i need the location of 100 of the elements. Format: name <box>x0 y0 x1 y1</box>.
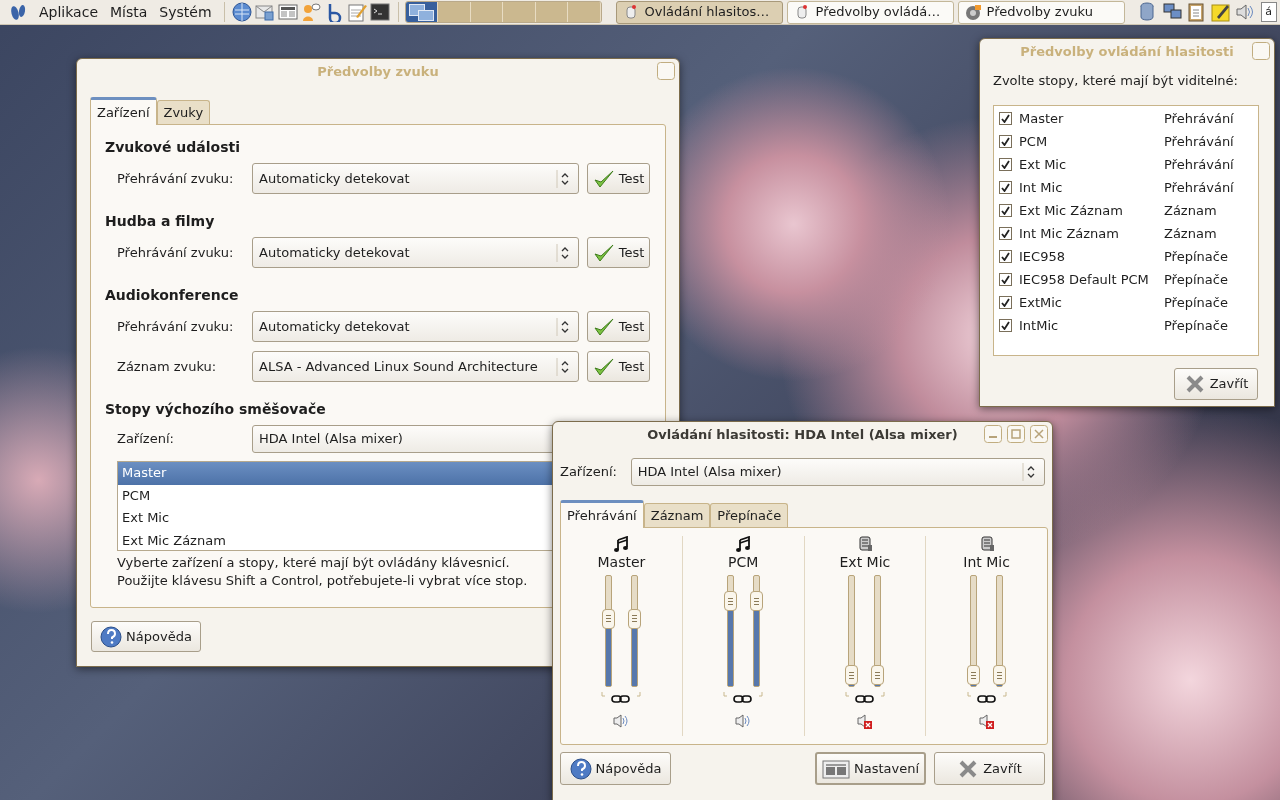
window-button-icon[interactable] <box>1252 42 1270 60</box>
test-button[interactable]: Test <box>587 163 650 194</box>
field-label: Záznam zvuku: <box>117 357 218 376</box>
mail-icon[interactable] <box>255 2 276 22</box>
dropdown[interactable]: Automaticky detekovat <box>252 237 579 268</box>
close-button[interactable]: Zavřít <box>934 752 1045 785</box>
dropdown[interactable]: Automaticky detekovat <box>252 163 579 194</box>
chain-link-icon[interactable] <box>966 691 1007 705</box>
checkbox[interactable] <box>999 319 1012 332</box>
slider-track[interactable] <box>726 575 734 687</box>
workspace-button[interactable] <box>405 2 439 22</box>
slider-thumb[interactable] <box>993 665 1007 685</box>
muted-speaker-icon[interactable] <box>856 713 873 730</box>
checkbox[interactable] <box>999 204 1012 217</box>
check-icon <box>1001 183 1010 192</box>
checkbox[interactable] <box>999 158 1012 171</box>
track-name: ExtMic <box>1019 293 1063 312</box>
window-button-icon[interactable] <box>657 62 675 80</box>
slider-thumb[interactable] <box>871 665 885 685</box>
taskbar-button[interactable]: Předvolby ovládá… <box>786 0 954 24</box>
muted-speaker-icon[interactable] <box>978 713 995 730</box>
close-button[interactable]: Zavřít <box>1174 368 1258 400</box>
checkbox[interactable] <box>999 273 1012 286</box>
tab[interactable]: Záznam <box>643 503 711 527</box>
slider-track[interactable] <box>630 575 638 687</box>
tab[interactable]: Zařízení <box>90 97 157 125</box>
checkbox[interactable] <box>999 250 1012 263</box>
slider-thumb[interactable] <box>723 591 737 612</box>
slider-track[interactable] <box>996 575 1004 687</box>
keyboard-layout-indicator[interactable]: á <box>1260 2 1277 22</box>
checkbox[interactable] <box>999 112 1012 125</box>
menu-item[interactable]: Místa <box>104 0 154 25</box>
chain-link-icon[interactable] <box>844 691 885 705</box>
window-settings-icon <box>821 757 850 780</box>
menu-item[interactable]: Aplikace <box>33 0 104 25</box>
slider-track[interactable] <box>848 575 856 687</box>
tab[interactable]: Zvuky <box>156 100 211 124</box>
slider-thumb[interactable] <box>601 608 615 629</box>
help-button[interactable]: Nápověda <box>560 752 671 785</box>
track-type: Přehrávání <box>1164 155 1234 174</box>
channel-name: Int Mic <box>963 554 1010 571</box>
speaker-icon[interactable] <box>735 713 752 730</box>
checkbox[interactable] <box>999 296 1012 309</box>
field-label: Přehrávání zvuku: <box>117 243 235 262</box>
newspaper-icon[interactable] <box>278 2 299 22</box>
taskbar-button[interactable]: Ovládání hlasitos… <box>615 0 783 24</box>
slider-track[interactable] <box>970 575 978 687</box>
test-button[interactable]: Test <box>587 311 650 342</box>
section-heading: Audiokonference <box>105 286 240 305</box>
slider-thumb[interactable] <box>627 608 641 629</box>
dropdown[interactable]: ALSA - Advanced Linux Sound Architecture <box>252 351 579 382</box>
tab[interactable]: Přepínače <box>710 503 789 527</box>
close-icon[interactable] <box>1030 425 1048 443</box>
prompt-label: Zvolte stopy, které mají být viditelné: <box>993 72 1239 90</box>
check-icon <box>1001 321 1010 330</box>
network-icon[interactable] <box>1162 2 1183 22</box>
microphone-icon <box>856 536 873 553</box>
note-icon[interactable] <box>1210 2 1231 22</box>
chain-link-icon[interactable] <box>723 691 764 705</box>
dropdown[interactable]: HDA Intel (Alsa mixer) <box>630 458 1045 486</box>
checkbox[interactable] <box>999 181 1012 194</box>
section-heading: Hudba a filmy <box>105 212 216 231</box>
taskbar-button[interactable]: Předvolby zvuku <box>957 0 1125 24</box>
tab[interactable]: Přehrávání <box>560 500 644 528</box>
check-icon <box>1001 114 1010 123</box>
preferences-button[interactable]: Nastavení <box>815 752 926 785</box>
section-heading: Zvukové události <box>105 138 241 157</box>
chain-link-icon[interactable] <box>601 691 642 705</box>
help-button[interactable]: Nápověda <box>91 621 201 652</box>
slider-track[interactable] <box>752 575 760 687</box>
slider-thumb[interactable] <box>749 591 763 612</box>
test-button[interactable]: Test <box>587 351 650 382</box>
checkbox[interactable] <box>999 227 1012 240</box>
speaker-icon[interactable] <box>613 713 630 730</box>
speaker-icon <box>964 4 981 20</box>
terminal-icon[interactable] <box>370 2 391 22</box>
field-label: Přehrávání zvuku: <box>117 169 235 188</box>
track-type: Přehrávání <box>1164 178 1234 197</box>
music-note-icon <box>735 536 752 553</box>
chat-person-icon[interactable] <box>301 2 322 22</box>
check-icon <box>1001 137 1010 146</box>
test-button[interactable]: Test <box>587 237 650 268</box>
track-type: Záznam <box>1164 201 1217 220</box>
globe-icon[interactable] <box>232 2 253 22</box>
check-icon <box>1001 275 1010 284</box>
minimize-icon[interactable] <box>984 425 1002 443</box>
checkbox[interactable] <box>999 135 1012 148</box>
hint-text: Vyberte zařízení a stopy, které mají být ovládány klávesnicí. Použijte klávesu Shift a Control, potřebujete-li vybrat více stop. <box>117 554 528 590</box>
track-name: Ext Mic <box>1019 155 1068 174</box>
track-type: Přehrávání <box>1164 132 1234 151</box>
slider-thumb[interactable] <box>845 665 859 685</box>
foot-logo-icon <box>9 2 27 22</box>
slider-track[interactable] <box>604 575 612 687</box>
slider-thumb[interactable] <box>967 665 981 685</box>
slider-track[interactable] <box>874 575 882 687</box>
track-name: PCM <box>1019 132 1049 151</box>
maximize-icon[interactable] <box>1007 425 1025 443</box>
menu-item[interactable]: Systém <box>153 0 218 25</box>
clipboard-icon[interactable] <box>1186 2 1207 22</box>
dropdown[interactable]: Automaticky detekovat <box>252 311 579 342</box>
